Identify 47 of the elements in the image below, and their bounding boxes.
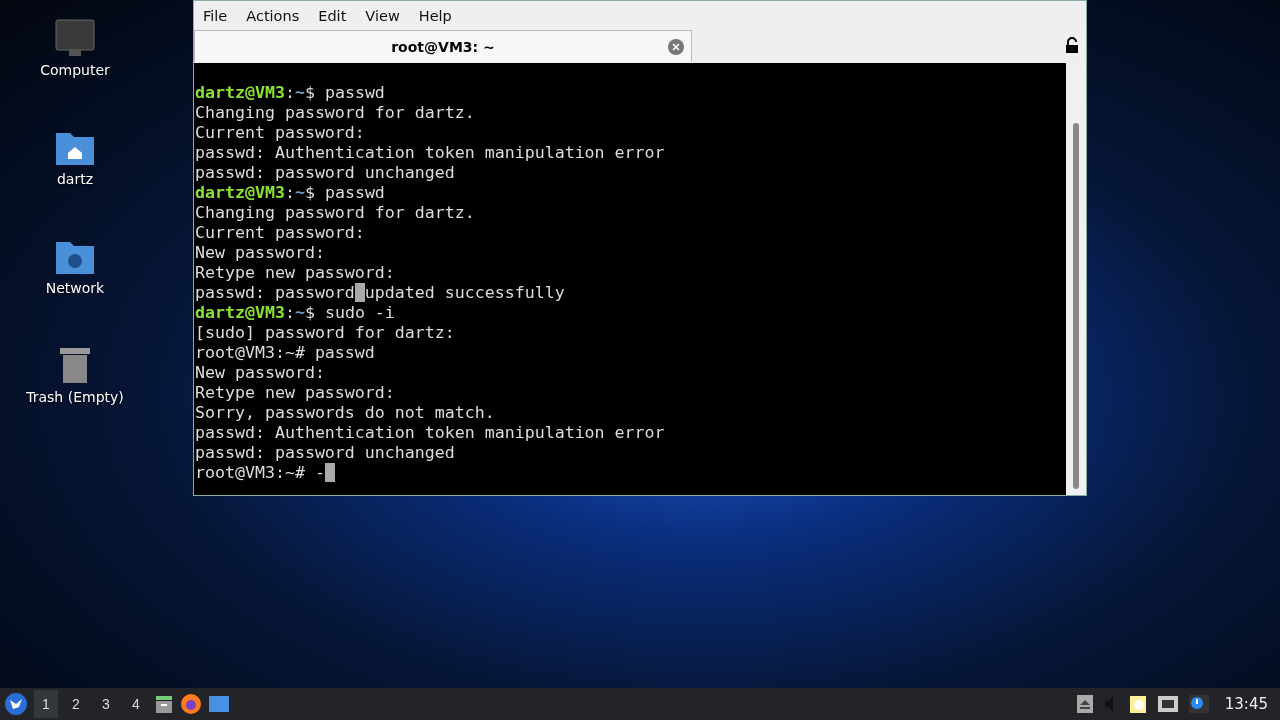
ethernet-icon[interactable]	[1156, 695, 1179, 713]
menu-item[interactable]: Help	[411, 7, 464, 24]
menu-item[interactable]: Edit	[311, 7, 359, 24]
terminal-line: Retype new password:	[195, 263, 396, 283]
desktop-icon-label[interactable]: Network	[45, 280, 105, 296]
monitor-icon	[54, 18, 96, 58]
terminal-line: New password:	[195, 243, 326, 263]
browser-icon[interactable]	[180, 693, 202, 715]
notification-icon[interactable]	[1188, 695, 1209, 713]
terminal-line: Sorry, passwords do not match.	[195, 403, 496, 423]
desktop-icon-label[interactable]: dartz	[56, 171, 94, 187]
scrollbar[interactable]	[1066, 63, 1086, 495]
terminal-line: Retype new password:	[195, 383, 396, 403]
window-icon[interactable]	[208, 695, 230, 713]
clock[interactable]: 13:45	[1224, 695, 1268, 713]
terminal-line: Current password:	[195, 223, 366, 243]
terminal-line: passwd: Authentication token manipulation error	[195, 423, 666, 443]
close-icon[interactable]	[668, 38, 684, 55]
clipboard-icon[interactable]	[1128, 694, 1147, 714]
terminal-line: dartz@VM3:~$ passwd	[195, 183, 386, 203]
terminal-line: [sudo] password for dartz:	[195, 323, 456, 343]
workspace-button[interactable]: 2	[64, 690, 88, 718]
terminal-line: Changing password for dartz.	[195, 103, 476, 123]
menu-item[interactable]: Actions	[239, 7, 312, 24]
desktop-icon-label[interactable]: Computer	[40, 62, 110, 78]
terminal-tab[interactable]: root@VM3: ~	[194, 30, 692, 62]
file-drawer-icon[interactable]	[154, 694, 174, 714]
terminal-line: Current password:	[195, 123, 366, 143]
terminal-line: passwd: password unchanged	[195, 163, 456, 183]
text-cursor	[354, 283, 365, 302]
workspace-button[interactable]: 4	[124, 690, 148, 718]
terminal-line: root@VM3:~# -	[195, 463, 1066, 483]
eject-icon[interactable]	[1076, 695, 1093, 713]
terminal-line: Changing password for dartz.	[195, 203, 476, 223]
terminal-line: dartz@VM3:~$ passwd	[195, 83, 386, 103]
terminal-line: passwd: Authentication token manipulation error	[195, 143, 666, 163]
workspace-button[interactable]: 3	[94, 690, 118, 718]
terminal-line: dartz@VM3:~$ sudo -i	[195, 303, 396, 323]
menu-item[interactable]: File	[196, 7, 240, 24]
padlock-icon[interactable]	[1065, 37, 1079, 53]
terminal-line: root@VM3:~# passwd	[195, 343, 376, 363]
terminal-line: New password:	[195, 363, 326, 383]
menu-item[interactable]: View	[358, 7, 412, 24]
desktop-icon-label[interactable]: Trash (Empty)	[26, 389, 124, 405]
terminal-line: passwd: password unchanged	[195, 443, 456, 463]
terminal-line: passwd: password updated successfully	[195, 283, 566, 303]
workspace-button[interactable]: 1	[34, 690, 58, 718]
